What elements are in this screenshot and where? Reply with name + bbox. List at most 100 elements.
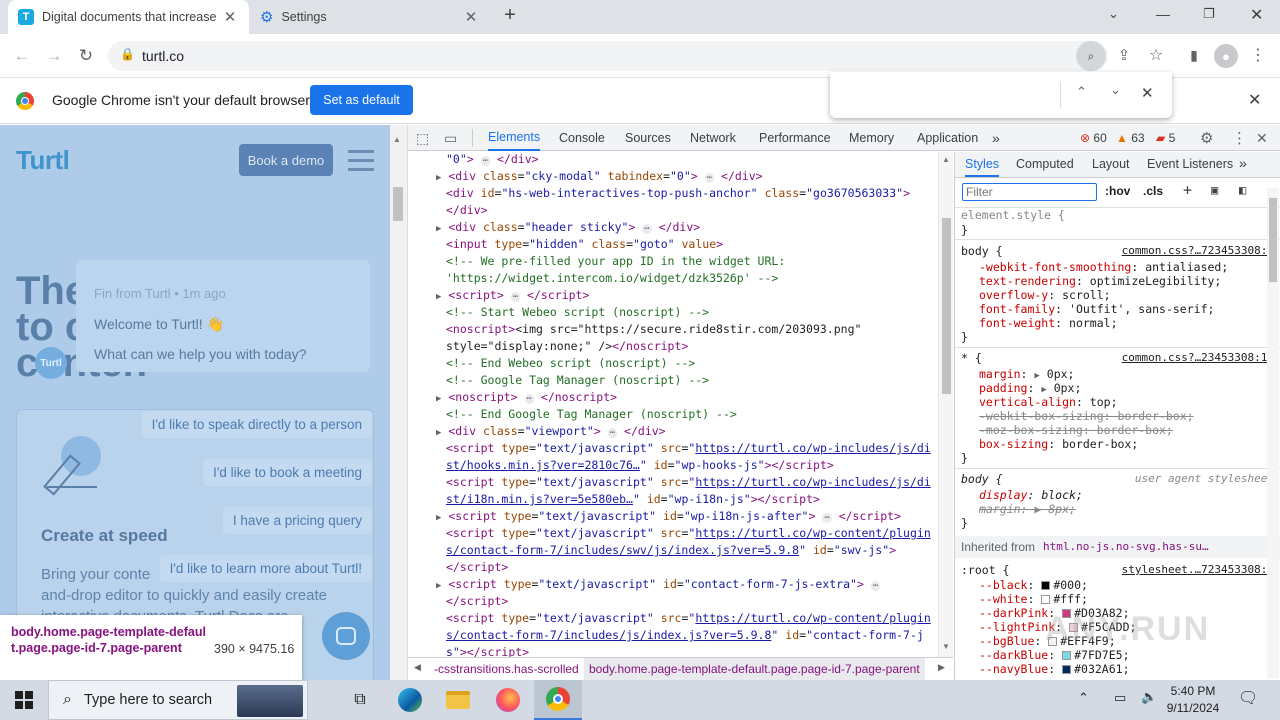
network-icon[interactable]: ▭ xyxy=(1114,690,1126,706)
tab-event-listeners[interactable]: Event Listeners xyxy=(1147,157,1233,171)
sidebar-toggle-icon[interactable]: ◧ xyxy=(1239,183,1246,197)
file-explorer-icon[interactable] xyxy=(434,680,482,720)
css-declaration-overridden[interactable]: margin: ▶ 8px; xyxy=(979,502,1076,516)
chat-option-book-meeting[interactable]: I'd like to book a meeting xyxy=(203,459,372,486)
firefox-icon[interactable] xyxy=(484,680,532,720)
paint-icon[interactable]: ▣ xyxy=(1211,183,1218,197)
breadcrumb-item-html[interactable]: -csstransitions.has-scrolled xyxy=(434,662,579,676)
styles-scrollbar[interactable] xyxy=(1267,188,1279,678)
css-variable[interactable]: --navyBlue: #032A61; xyxy=(979,662,1130,676)
devtools-close-icon[interactable]: ✕ xyxy=(1256,125,1268,151)
css-variable[interactable]: --white: #fff; xyxy=(979,592,1088,606)
book-demo-button[interactable]: Book a demo xyxy=(239,144,333,176)
tab-layout[interactable]: Layout xyxy=(1092,157,1130,171)
side-panel-icon[interactable]: ▮ xyxy=(1178,40,1210,70)
more-tabs-icon[interactable]: » xyxy=(992,125,1000,151)
body-rule-selector[interactable]: body { xyxy=(961,244,1003,258)
css-declaration[interactable]: text-rendering: optimizeLegibility; xyxy=(979,274,1221,288)
inspect-element-icon[interactable]: ⬚ xyxy=(416,125,429,151)
body-rule-source[interactable]: common.css?…723453308:4 xyxy=(1122,244,1274,257)
tab-turtl[interactable]: T Digital documents that increase ✕ xyxy=(8,0,249,34)
css-declaration-overridden[interactable]: -webkit-box-sizing: border-box; xyxy=(979,409,1194,423)
tab-application[interactable]: Application xyxy=(917,125,978,151)
warning-count[interactable]: ▲ 63 xyxy=(1116,125,1145,151)
inherited-from-link[interactable]: html.no-js.no-svg.has-su… xyxy=(1043,540,1209,553)
css-declaration[interactable]: overflow-y: scroll; xyxy=(979,288,1111,302)
bookmark-star-icon[interactable]: ☆ xyxy=(1140,40,1172,70)
share-icon[interactable]: ⇪ xyxy=(1108,40,1140,70)
edge-icon[interactable] xyxy=(386,680,434,720)
element-style-rule[interactable]: element.style { xyxy=(961,208,1065,222)
address-bar[interactable]: 🔒 turtl.co ⌕ xyxy=(108,41,1108,71)
dom-line[interactable]: s"></script> xyxy=(446,644,529,657)
find-close-icon[interactable]: ✕ xyxy=(1141,84,1154,102)
issues-count[interactable]: ▰ 5 xyxy=(1156,125,1175,151)
tab-memory[interactable]: Memory xyxy=(849,125,894,151)
url-text[interactable]: turtl.co xyxy=(142,48,184,64)
css-variable[interactable]: --darkBlue: #7FD7E5; xyxy=(979,648,1130,662)
taskbar-search[interactable]: ⌕ Type here to search xyxy=(48,680,308,720)
dom-line[interactable]: s/contact-form-7/includes/swv/js/index.j… xyxy=(446,542,896,559)
tab-elements[interactable]: Elements xyxy=(488,125,541,151)
dom-line[interactable]: <div id="hs-web-interactives-top-push-an… xyxy=(446,185,910,202)
dom-comment[interactable]: <!-- End Google Tag Manager (noscript) -… xyxy=(446,406,737,423)
dom-comment[interactable]: <!-- Google Tag Manager (noscript) --> xyxy=(446,372,709,389)
css-declaration-overridden[interactable]: -moz-box-sizing: border-box; xyxy=(979,423,1173,437)
minimize-icon[interactable]: — xyxy=(1156,6,1170,22)
dom-line[interactable]: st/hooks.min.js?ver=2810c76…" id="wp-hoo… xyxy=(446,457,834,474)
tab-computed[interactable]: Computed xyxy=(1016,157,1074,171)
tray-chevron-icon[interactable]: ⌃ xyxy=(1078,690,1089,706)
find-icon[interactable]: ⌕ xyxy=(1076,41,1106,71)
css-declaration[interactable]: font-weight: normal; xyxy=(979,316,1118,330)
page-scrollbar[interactable]: ▲ xyxy=(390,125,408,680)
root-rule-source[interactable]: stylesheet.…723453308:1 xyxy=(1122,563,1274,576)
notifications-icon[interactable]: 🗨 xyxy=(1238,688,1258,708)
universal-rule-selector[interactable]: * { xyxy=(961,351,982,365)
tab-sources[interactable]: Sources xyxy=(625,125,671,151)
css-declaration[interactable]: -webkit-font-smoothing: antialiased; xyxy=(979,260,1228,274)
task-view-icon[interactable]: ⧉ xyxy=(336,680,384,720)
set-as-default-button[interactable]: Set as default xyxy=(310,85,413,115)
taskbar-clock[interactable]: 5:40 PM 9/11/2024 xyxy=(1166,683,1220,717)
menu-kebab-icon[interactable]: ⋮ xyxy=(1242,40,1274,70)
breadcrumb-item-body[interactable]: body.home.page-template-default.page.pag… xyxy=(584,658,925,680)
chrome-taskbar-icon[interactable] xyxy=(534,680,582,720)
hamburger-menu-icon[interactable] xyxy=(348,150,374,172)
dom-line[interactable]: </div> xyxy=(446,202,488,219)
dom-comment[interactable]: <!-- End Webeo script (noscript) --> xyxy=(446,355,695,372)
css-declaration[interactable]: vertical-align: top; xyxy=(979,395,1118,409)
dom-line[interactable]: <script type="text/javascript" src="http… xyxy=(446,440,931,457)
elements-scrollbar[interactable]: ▲ ▼ xyxy=(938,152,953,657)
tab-styles[interactable]: Styles xyxy=(965,157,1000,177)
new-tab-button[interactable]: + xyxy=(498,4,522,30)
windows-start-icon[interactable] xyxy=(0,680,48,720)
tab-close-icon[interactable]: ✕ xyxy=(462,8,480,26)
devtools-menu-icon[interactable]: ⋮ xyxy=(1232,125,1247,151)
close-window-icon[interactable]: ✕ xyxy=(1250,5,1263,25)
devtools-settings-icon[interactable]: ⚙ xyxy=(1200,125,1213,151)
dom-line[interactable]: </script> xyxy=(446,593,508,610)
hov-toggle[interactable]: :hov xyxy=(1105,184,1130,198)
back-icon[interactable]: ← xyxy=(6,34,38,78)
css-declaration[interactable]: display: block; xyxy=(979,488,1083,502)
tab-close-icon[interactable]: ✕ xyxy=(221,8,239,26)
styles-filter-input[interactable] xyxy=(962,183,1097,201)
dom-line[interactable]: style="display:none;" /></noscript> xyxy=(446,338,688,355)
tab-network[interactable]: Network xyxy=(690,125,736,151)
turtl-logo[interactable]: Turtl xyxy=(16,145,70,176)
tab-performance[interactable]: Performance xyxy=(759,125,831,151)
universal-rule-source[interactable]: common.css?…23453308:11 xyxy=(1122,351,1274,364)
restore-icon[interactable]: ❐ xyxy=(1203,6,1215,22)
find-input[interactable] xyxy=(840,82,1055,108)
chat-option-pricing[interactable]: I have a pricing query xyxy=(222,507,372,534)
dom-comment[interactable]: <!-- We pre-filled your app ID in the wi… xyxy=(446,253,785,270)
cls-toggle[interactable]: .cls xyxy=(1143,184,1163,198)
error-count[interactable]: ⊗ 60 xyxy=(1080,125,1107,151)
dom-line[interactable]: <noscript><img src="https://secure.ride8… xyxy=(446,321,861,338)
dom-line[interactable]: </script> xyxy=(446,559,508,576)
tab-console[interactable]: Console xyxy=(559,125,605,151)
find-previous-icon[interactable]: ⌃ xyxy=(1076,84,1087,100)
dom-comment[interactable]: 'https://widget.intercom.io/widget/dzk35… xyxy=(446,270,778,287)
dom-line[interactable]: <script type="text/javascript" src="http… xyxy=(446,525,931,542)
tab-search-chevron-icon[interactable]: ⌄ xyxy=(1108,6,1119,22)
